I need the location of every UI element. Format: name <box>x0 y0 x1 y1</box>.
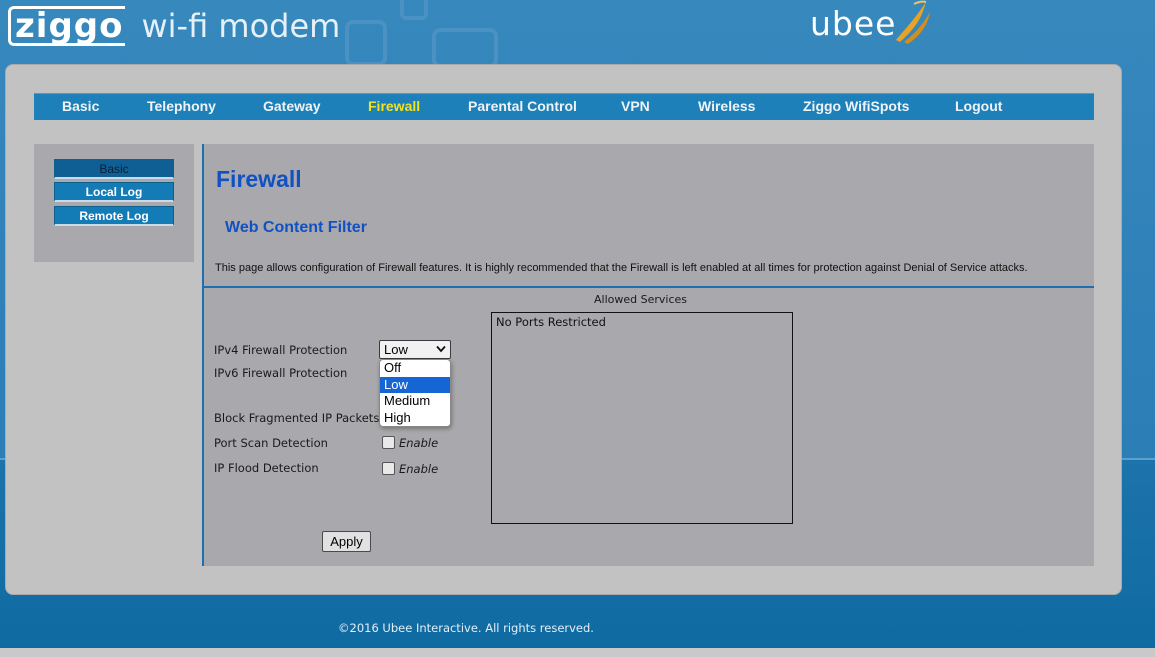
nav-ziggo-wifispots[interactable]: Ziggo WifiSpots <box>803 98 909 114</box>
dropdown-option-low[interactable]: Low <box>380 376 450 393</box>
ipv4-firewall-label: IPv4 Firewall Protection <box>214 343 348 357</box>
dropdown-option-off[interactable]: Off <box>380 360 450 377</box>
ubee-wing-icon <box>896 0 931 44</box>
decor-chat-bubble <box>400 0 428 20</box>
ubee-logo-text: ubee <box>810 4 897 43</box>
port-scan-enable-label: Enable <box>399 436 439 450</box>
sidebar: Basic Local Log Remote Log <box>34 144 194 262</box>
nav-telephony[interactable]: Telephony <box>147 98 216 114</box>
sidebar-item-local-log[interactable]: Local Log <box>54 182 174 202</box>
nav-basic[interactable]: Basic <box>62 98 99 114</box>
logo-product: wi-fi modem <box>141 7 341 45</box>
section-divider <box>204 286 1094 288</box>
allowed-services-text: No Ports Restricted <box>496 315 606 329</box>
ipv4-select-value: Low <box>384 342 408 357</box>
decor-square-left <box>345 20 387 66</box>
port-scan-checkbox[interactable] <box>382 435 395 449</box>
ip-flood-row: Enable <box>382 460 438 476</box>
ipv4-dropdown-list: Off Low Medium High <box>379 359 451 427</box>
block-fragmented-label: Block Fragmented IP Packets <box>214 411 380 425</box>
allowed-services-list[interactable]: No Ports Restricted <box>491 312 793 524</box>
sidebar-item-remote-log[interactable]: Remote Log <box>54 206 174 226</box>
page-description: This page allows configuration of Firewa… <box>215 262 1028 274</box>
ip-flood-label: IP Flood Detection <box>214 461 319 475</box>
decor-square-right <box>432 28 498 68</box>
nav-parental-control[interactable]: Parental Control <box>468 98 577 114</box>
content-panel: Firewall Web Content Filter This page al… <box>202 144 1094 566</box>
allowed-services-title: Allowed Services <box>594 293 687 306</box>
footer-copyright: ©2016 Ubee Interactive. All rights reser… <box>338 621 594 635</box>
ipv4-firewall-select[interactable]: Low <box>379 340 451 359</box>
ip-flood-checkbox[interactable] <box>382 461 395 475</box>
apply-button[interactable]: Apply <box>322 531 371 552</box>
bottom-strip <box>0 648 1155 657</box>
port-scan-label: Port Scan Detection <box>214 436 328 450</box>
chevron-down-icon <box>436 345 446 353</box>
dropdown-option-medium[interactable]: Medium <box>380 393 450 410</box>
ip-flood-enable-label: Enable <box>399 462 439 476</box>
nav-gateway[interactable]: Gateway <box>263 98 321 114</box>
logo-brand: ziggo <box>8 6 126 46</box>
ziggo-logo: ziggo wi-fi modem <box>8 6 340 46</box>
nav-wireless[interactable]: Wireless <box>698 98 755 114</box>
ubee-logo: ubee <box>810 0 932 46</box>
ipv6-firewall-label: IPv6 Firewall Protection <box>214 366 348 380</box>
sidebar-item-basic[interactable]: Basic <box>54 159 174 179</box>
top-nav-bar: Basic Telephony Gateway Firewall Parenta… <box>34 93 1094 120</box>
nav-logout[interactable]: Logout <box>955 98 1002 114</box>
page-subtitle: Web Content Filter <box>225 219 367 236</box>
nav-firewall[interactable]: Firewall <box>368 98 420 114</box>
page-title: Firewall <box>216 166 302 192</box>
nav-vpn[interactable]: VPN <box>621 98 650 114</box>
port-scan-row: Enable <box>382 434 438 450</box>
dropdown-option-high[interactable]: High <box>380 410 450 427</box>
